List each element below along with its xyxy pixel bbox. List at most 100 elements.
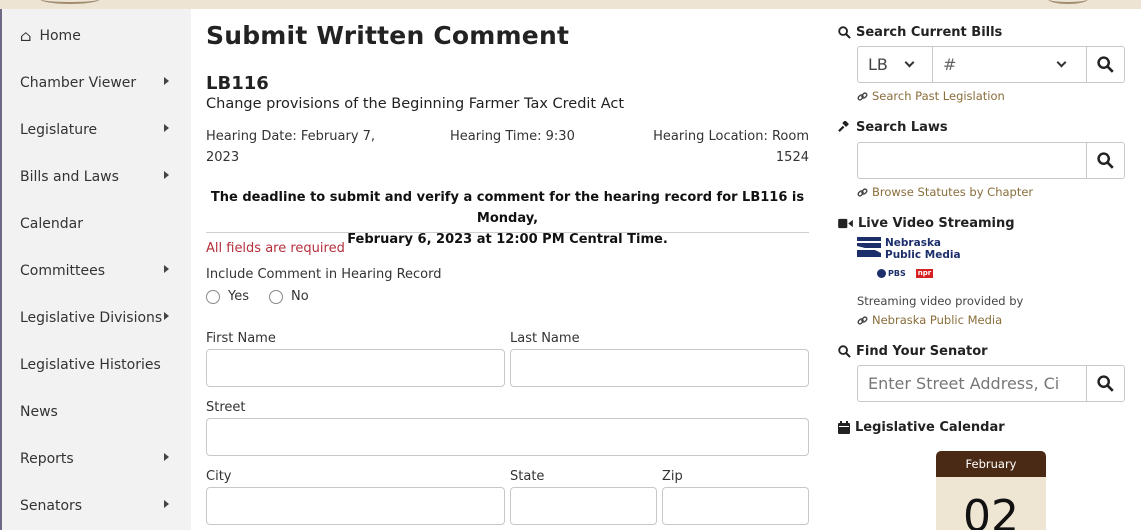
nebraska-public-media-link[interactable]: Nebraska Public Media (857, 313, 1002, 327)
search-icon (838, 26, 851, 39)
street-label: Street (206, 400, 246, 415)
radio-yes-label[interactable]: Yes (228, 289, 249, 304)
sidebar-item-home[interactable]: ⌂ Home (0, 12, 191, 59)
sidebar-item-calendar[interactable]: Calendar (0, 200, 191, 247)
hearing-date: Hearing Date: February 7, 2023 (206, 129, 376, 165)
sidebar-item-label: Bills and Laws (20, 168, 119, 185)
home-icon: ⌂ (20, 26, 32, 45)
link-icon (857, 315, 868, 326)
sidebar-item-label: Home (39, 27, 81, 44)
browse-statutes-link[interactable]: Browse Statutes by Chapter (857, 185, 1033, 199)
page-title: Submit Written Comment (206, 21, 570, 50)
laws-search-input[interactable] (858, 143, 1087, 178)
deadline-line-1: The deadline to submit and verify a comm… (210, 190, 805, 226)
caret-right-icon (164, 500, 169, 508)
sidebar-item-legislature[interactable]: Legislature (0, 106, 191, 153)
sidebar-item-label: Calendar (20, 215, 83, 232)
caret-right-icon (164, 265, 169, 273)
sidebar-item-senators[interactable]: Senators (0, 482, 191, 529)
sidebar-item-reports[interactable]: Reports (0, 435, 191, 482)
search-bills-title: Search Current Bills (856, 25, 1003, 40)
sidebar-item-legislative-histories[interactable]: Legislative Histories (0, 341, 191, 388)
caret-right-icon (164, 124, 169, 132)
caret-right-icon (164, 453, 169, 461)
search-icon (1097, 56, 1114, 73)
radio-no[interactable] (269, 289, 283, 304)
bill-description: Change provisions of the Beginning Farme… (206, 96, 625, 112)
sidebar-item-legislative-divisions[interactable]: Legislative Divisions (0, 294, 191, 341)
bill-number-placeholder: # (943, 55, 957, 74)
video-camera-icon (838, 218, 853, 229)
bill-search-button[interactable] (1086, 47, 1124, 82)
npr-text: npr (915, 269, 934, 278)
npr-logo: npr (915, 269, 934, 278)
include-comment-label: Include Comment in Hearing Record (206, 267, 442, 282)
street-input[interactable] (206, 418, 809, 456)
calendar-icon (838, 421, 850, 434)
sidebar-item-label: Senators (20, 497, 83, 514)
find-senator-title: Find Your Senator (856, 344, 988, 359)
sidebar-item-bills-and-laws[interactable]: Bills and Laws (0, 153, 191, 200)
legislative-calendar-title: Legislative Calendar (855, 420, 1005, 435)
first-name-input[interactable] (206, 349, 505, 387)
last-name-label: Last Name (510, 331, 580, 346)
calendar-day: 02 (936, 477, 1046, 530)
laws-search-button[interactable] (1086, 143, 1124, 178)
zip-input[interactable] (662, 487, 809, 525)
city-input[interactable] (206, 487, 505, 525)
search-past-legislation-text: Search Past Legislation (872, 89, 1005, 103)
sidebar-item-committees[interactable]: Committees (0, 247, 191, 294)
live-video-heading: Live Video Streaming (838, 216, 1015, 231)
sidebar-item-news[interactable]: News (0, 388, 191, 435)
search-laws-heading: Search Laws (838, 120, 948, 135)
nebraska-public-media-text: Nebraska Public Media (872, 313, 1003, 327)
senator-address-input[interactable]: Enter Street Address, City (858, 366, 1087, 401)
city-label: City (206, 469, 232, 484)
search-past-legislation-link[interactable]: Search Past Legislation (857, 89, 1005, 103)
caret-right-icon (164, 312, 169, 320)
sidebar-item-label: Committees (20, 262, 106, 279)
logo-line-2: Public Media (885, 249, 961, 261)
pbs-icon (877, 269, 886, 278)
radio-no-label[interactable]: No (291, 289, 309, 304)
search-laws-title: Search Laws (856, 120, 948, 135)
senator-search-button[interactable] (1086, 366, 1124, 401)
top-banner (0, 0, 1141, 9)
caret-right-icon (164, 171, 169, 179)
calendar-month: February (936, 451, 1046, 477)
sidebar-item-label: Legislature (20, 121, 98, 138)
senator-address-placeholder: Enter Street Address, City (868, 374, 1060, 393)
radio-yes[interactable] (206, 289, 220, 304)
sidebar-item-label: Legislative Histories (20, 356, 161, 373)
required-notice: All fields are required (206, 241, 345, 256)
include-comment-radio-group: Yes No (206, 289, 329, 304)
search-icon (838, 345, 851, 358)
sidebar-item-label: Chamber Viewer (20, 74, 137, 91)
sidebar-item-label: Reports (20, 450, 74, 467)
pbs-text: PBS (888, 269, 906, 278)
chevron-down-icon (904, 57, 915, 68)
gavel-icon (838, 121, 851, 134)
hearing-time: Hearing Time: 9:30 (450, 129, 575, 144)
caret-right-icon (164, 77, 169, 85)
bill-search-group: LB # (857, 46, 1125, 83)
sidebar-item-chamber-viewer[interactable]: Chamber Viewer (0, 59, 191, 106)
bill-prefix-value: LB (868, 55, 888, 74)
nebraska-public-media-logo[interactable]: Nebraska Public Media PBS npr (857, 237, 967, 282)
laws-search-group (857, 142, 1125, 179)
state-label: State (510, 469, 545, 484)
search-icon (1097, 375, 1114, 392)
find-senator-heading: Find Your Senator (838, 344, 988, 359)
logo-line-1: Nebraska (885, 237, 942, 249)
calendar-widget[interactable]: February 02 (936, 451, 1046, 530)
bill-id: LB116 (206, 73, 269, 94)
bill-number-select[interactable]: # (933, 47, 1087, 82)
sidebar-nav: ⌂ Home Chamber Viewer Legislature Bills … (0, 9, 191, 530)
bill-prefix-select[interactable]: LB (858, 47, 933, 82)
last-name-input[interactable] (510, 349, 809, 387)
first-name-label: First Name (206, 331, 276, 346)
search-icon (1097, 152, 1114, 169)
link-icon (857, 187, 868, 198)
search-bills-heading: Search Current Bills (838, 25, 1002, 40)
state-input[interactable] (510, 487, 657, 525)
